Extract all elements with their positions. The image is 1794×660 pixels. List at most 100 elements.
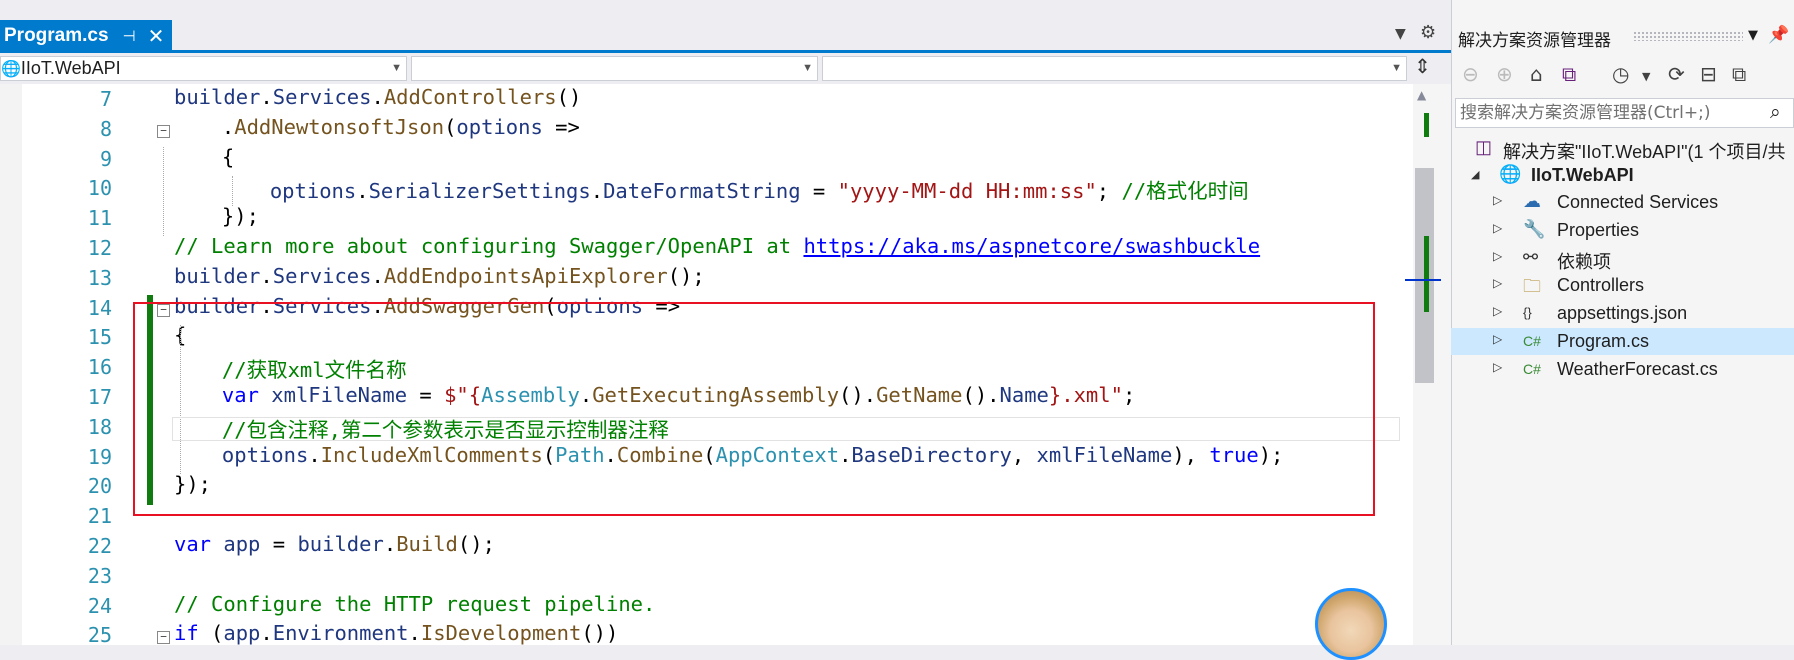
line-number: 7 (99, 87, 112, 111)
chevron-down-icon[interactable]: ▼ (1642, 70, 1650, 83)
line-number: 25 (87, 623, 112, 648)
expand-icon[interactable]: ▷ (1493, 276, 1502, 290)
refresh-icon[interactable]: ⟳ (1668, 62, 1685, 86)
line-number: 12 (87, 236, 112, 260)
expand-icon[interactable]: ▷ (1493, 360, 1502, 374)
tree-project[interactable]: ◢ 🌐 IIoT.WebAPI (1451, 162, 1794, 189)
collapse-region-icon[interactable]: − (157, 631, 170, 645)
panel-menu-icon[interactable]: ▼ (1748, 28, 1758, 43)
chevron-down-icon: ▼ (391, 62, 402, 74)
chevron-down-icon: ▼ (1391, 62, 1402, 74)
code-link[interactable]: https://aka.ms/aspnetcore/swashbuckle (803, 234, 1260, 258)
expand-icon[interactable]: ▷ (1493, 332, 1502, 346)
line-number: 20 (87, 474, 112, 499)
code-token: . (221, 114, 235, 139)
tab-program-cs[interactable]: Program.cs ⊣ ✕ (0, 20, 172, 52)
expand-icon[interactable]: ▷ (1493, 193, 1502, 207)
type-combo[interactable]: ▼ (411, 56, 818, 81)
panel-drag-grip[interactable] (1633, 31, 1743, 41)
editor-tab-strip (0, 0, 1451, 52)
scroll-change-marker (1424, 113, 1429, 137)
code-token: AddNewtonsoftJson (234, 114, 445, 139)
gear-icon[interactable]: ⚙ (1420, 22, 1436, 43)
back-icon[interactable]: ⊖ (1462, 62, 1479, 86)
expanded-icon: ◢ (1471, 169, 1480, 181)
line-number: 24 (87, 593, 112, 618)
tree-item[interactable]: ▷ ⚯ 依赖项 (1451, 245, 1794, 272)
code-line[interactable]: options.SerializerSettings.DateFormatStr… (270, 174, 1249, 204)
code-token: var (174, 532, 212, 556)
tab-list-dropdown-icon[interactable]: ▼ (1395, 26, 1406, 42)
line-number: 9 (99, 146, 112, 171)
code-token: "yyyy-MM-dd HH:mm:ss" (837, 179, 1097, 204)
expand-icon[interactable]: ▷ (1493, 304, 1502, 318)
tree-item-label: Program.cs (1557, 331, 1650, 351)
code-token: . (371, 85, 384, 109)
collapse-all-icon[interactable]: ⊟ (1700, 62, 1717, 86)
show-all-files-icon[interactable]: ⧉ (1732, 62, 1746, 86)
switch-views-icon[interactable]: ⧉ (1562, 62, 1576, 86)
project-combo-label: IIoT.WebAPI (20, 58, 121, 78)
home-icon[interactable]: ⌂ (1530, 62, 1543, 86)
code-line[interactable]: // Configure the HTTP request pipeline. (174, 592, 655, 616)
code-line[interactable]: // Learn more about configuring Swagger/… (174, 234, 1260, 258)
project-combo[interactable]: 🌐IIoT.WebAPI ▼ (0, 56, 407, 81)
tree-item[interactable]: ▷ ☁ Connected Services (1451, 189, 1794, 216)
tree-item[interactable]: ▷ 🗀 Controllers (1451, 272, 1794, 299)
code-token: ( (198, 621, 224, 646)
code-token: DateFormatString (603, 179, 801, 204)
tree-item-label: Properties (1557, 219, 1640, 240)
code-token: = (800, 179, 838, 204)
code-line[interactable]: { (222, 145, 234, 169)
solution-label: 解决方案"IIoT.WebAPI"(1 个项目/共 (1503, 142, 1786, 162)
line-number: 23 (87, 563, 112, 588)
highlight-box (133, 302, 1375, 516)
tree-item[interactable]: ▷ 🔧 Properties (1451, 217, 1794, 244)
code-token: builder (174, 263, 261, 288)
collapse-region-icon[interactable]: − (157, 124, 170, 138)
chevron-down-icon: ▼ (802, 62, 813, 74)
code-token: . (356, 179, 369, 204)
avatar[interactable] (1315, 588, 1387, 660)
expand-icon[interactable]: ▷ (1493, 221, 1502, 235)
code-token: Services (272, 85, 372, 109)
code-token: (); (667, 263, 705, 288)
tree-item[interactable]: ▷ C# Program.cs (1451, 328, 1794, 355)
pin-icon[interactable]: 📌 (1768, 25, 1789, 45)
code-line[interactable]: var app = builder.Build(); (174, 532, 495, 556)
expand-icon[interactable]: ▷ (1493, 249, 1502, 263)
code-line[interactable]: .AddNewtonsoftJson(options => (222, 115, 580, 139)
line-number: 19 (87, 444, 112, 469)
split-window-icon[interactable]: ⇕ (1414, 54, 1431, 78)
tree-item[interactable]: ▷ C# WeatherForecast.cs (1451, 356, 1794, 383)
tree-item-label: Connected Services (1557, 192, 1719, 212)
forward-icon[interactable]: ⊕ (1496, 62, 1513, 86)
code-line[interactable]: if (app.Environment.IsDevelopment()) (174, 621, 618, 645)
connected-services-icon: ☁ (1523, 191, 1541, 211)
code-token: = (260, 532, 298, 556)
close-icon[interactable]: ✕ (148, 24, 165, 48)
code-token: ()) (581, 621, 619, 646)
code-token: Environment (272, 621, 409, 646)
member-combo[interactable]: ▼ (822, 56, 1407, 81)
line-number: 18 (87, 414, 112, 439)
pin-icon[interactable]: ⊣ (123, 27, 136, 45)
code-line[interactable]: }); (222, 204, 259, 228)
tree-solution[interactable]: ◫ 解决方案"IIoT.WebAPI"(1 个项目/共 (1451, 135, 1794, 162)
search-icon[interactable]: ⌕ (1770, 101, 1781, 123)
pending-changes-icon[interactable]: ◷ (1612, 62, 1629, 86)
code-token: builder (174, 85, 261, 109)
solution-icon: ◫ (1475, 137, 1493, 157)
tree-item[interactable]: ▷ {} appsettings.json (1451, 300, 1794, 327)
code-token: builder (297, 532, 384, 556)
code-token: }); (221, 204, 259, 229)
solution-search-input[interactable]: 搜索解决方案资源管理器(Ctrl+;) (1455, 98, 1794, 128)
code-line[interactable]: builder.Services.AddControllers() (174, 85, 581, 109)
code-token: app (223, 532, 261, 556)
scroll-up-icon[interactable]: ▲ (1417, 88, 1426, 102)
indent-guide (232, 176, 233, 207)
code-token: AddControllers (383, 85, 557, 109)
code-token: . (260, 85, 273, 109)
code-token: app (223, 621, 261, 646)
code-line[interactable]: builder.Services.AddEndpointsApiExplorer… (174, 264, 705, 288)
